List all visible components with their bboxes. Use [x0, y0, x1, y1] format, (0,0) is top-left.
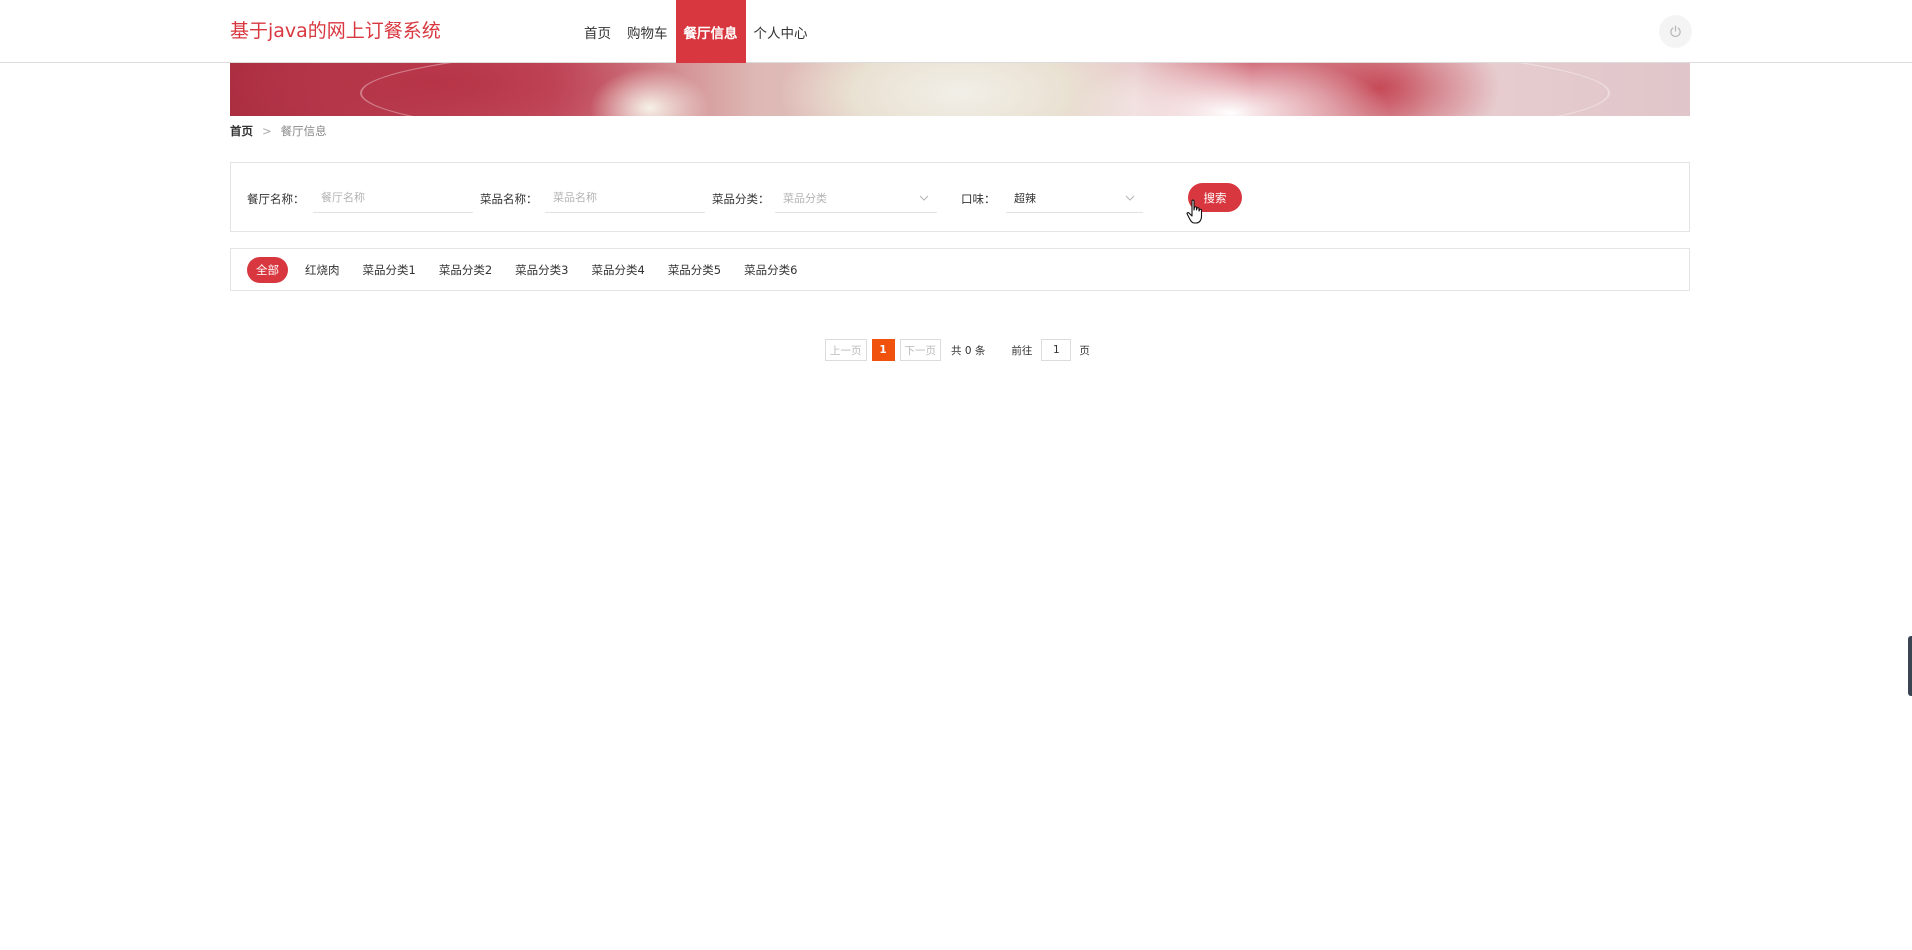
next-page-button[interactable]: 下一页: [899, 339, 941, 361]
total-count: 共 0 条: [951, 344, 986, 357]
nav-item-home[interactable]: 首页: [576, 0, 619, 63]
top-navigation-bar: 基于java的网上订餐系统 首页 购物车 餐厅信息 个人中心: [0, 0, 1912, 63]
page-jump-input[interactable]: 1: [1041, 339, 1072, 361]
taste-label: 口味：: [961, 192, 996, 206]
category-tab[interactable]: 菜品分类3: [515, 262, 568, 278]
breadcrumb-home-link[interactable]: 首页: [230, 123, 253, 139]
nav-item-restaurant-info[interactable]: 餐厅信息: [675, 0, 746, 63]
chevron-down-icon: [1125, 195, 1135, 201]
dish-category-label: 菜品分类：: [712, 192, 770, 206]
taste-select[interactable]: 超辣: [1006, 183, 1143, 213]
dish-category-placeholder: 菜品分类: [783, 191, 827, 205]
banner-image: [230, 63, 1690, 116]
main-nav: 首页 购物车 餐厅信息 个人中心: [576, 0, 816, 63]
category-tab[interactable]: 菜品分类5: [668, 262, 721, 278]
side-drawer-handle[interactable]: [1908, 636, 1912, 696]
nav-item-personal-center[interactable]: 个人中心: [746, 0, 816, 63]
dish-name-input[interactable]: [545, 183, 705, 213]
nav-item-cart[interactable]: 购物车: [619, 0, 676, 63]
taste-selected-value: 超辣: [1014, 191, 1036, 205]
category-tab[interactable]: 菜品分类1: [363, 262, 416, 278]
category-tab-all[interactable]: 全部: [247, 256, 288, 283]
prev-page-button[interactable]: 上一页: [825, 339, 867, 361]
restaurant-name-label: 餐厅名称：: [247, 192, 305, 206]
dish-category-select[interactable]: 菜品分类: [775, 183, 937, 213]
breadcrumb-current: 餐厅信息: [280, 124, 327, 138]
category-tab[interactable]: 菜品分类2: [439, 262, 492, 278]
page-number-current[interactable]: 1: [871, 339, 895, 361]
search-button[interactable]: 搜索: [1188, 183, 1242, 212]
category-tab[interactable]: 菜品分类6: [744, 262, 797, 278]
category-tab[interactable]: 菜品分类4: [591, 262, 644, 278]
category-tab[interactable]: 红烧肉: [305, 262, 340, 278]
pagination: 上一页 1 下一页 共 0 条 前往 1 页: [825, 339, 1090, 361]
page-unit-label: 页: [1079, 344, 1090, 357]
dish-name-label: 菜品名称：: [480, 192, 538, 206]
goto-label: 前往: [1011, 344, 1033, 357]
logout-button[interactable]: [1659, 15, 1692, 48]
chevron-down-icon: [919, 195, 929, 201]
category-filter-bar: 全部 红烧肉 菜品分类1 菜品分类2 菜品分类3 菜品分类4 菜品分类5 菜品分…: [230, 248, 1690, 291]
breadcrumb-separator: >: [262, 124, 272, 138]
search-panel: 餐厅名称： 菜品名称： 菜品分类： 菜品分类 口味： 超辣 搜索: [230, 162, 1690, 232]
restaurant-name-input[interactable]: [313, 183, 473, 213]
breadcrumb: 首页 > 餐厅信息: [230, 123, 327, 139]
site-title[interactable]: 基于java的网上订餐系统: [230, 18, 441, 44]
banner-plate-decoration: [360, 63, 1610, 116]
power-icon: [1670, 25, 1681, 38]
